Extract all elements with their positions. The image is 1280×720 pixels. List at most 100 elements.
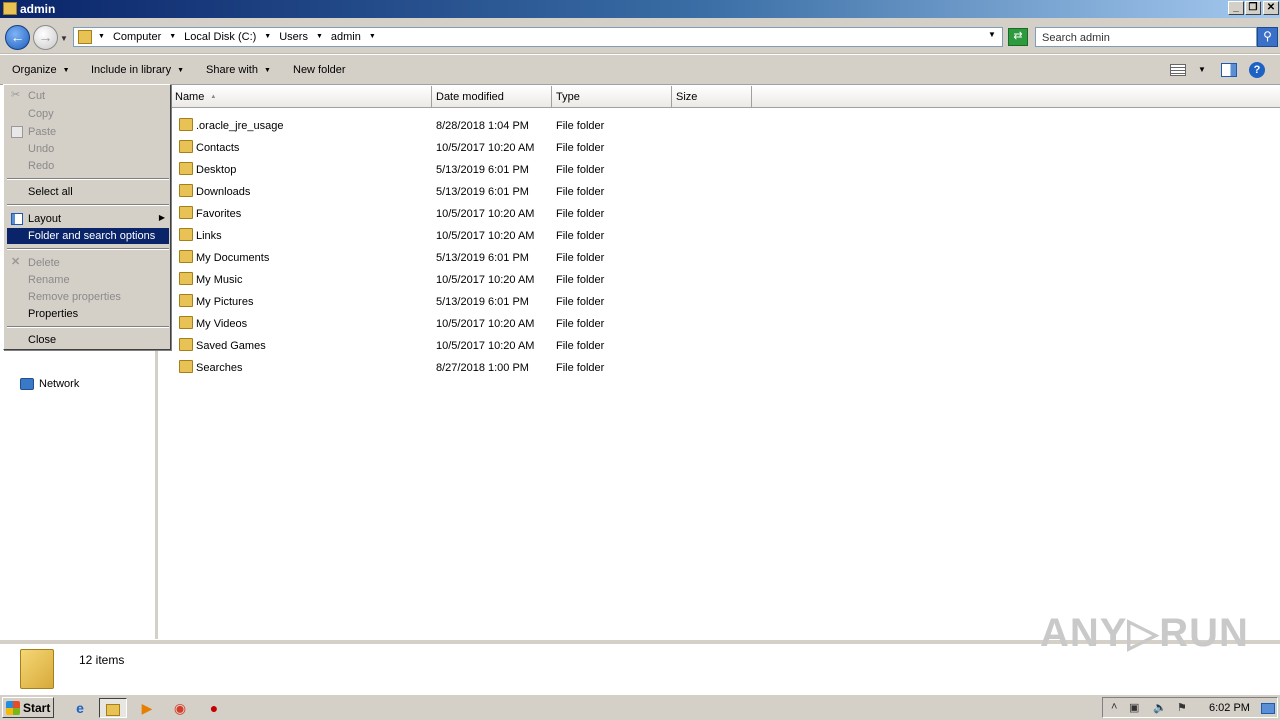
clock[interactable]: 6:02 PM [1209, 702, 1250, 714]
back-button[interactable]: ← [5, 25, 30, 50]
file-date-modified: 10/5/2017 10:20 AM [436, 274, 535, 286]
chevron-down-icon[interactable]: ▼ [316, 33, 323, 45]
organize-context-menu: ✂ Cut Copy Paste Undo Redo Select all Lay… [3, 84, 171, 350]
taskbar: Start e ▶ ◉ ● ˄ ▣ 🔈 ⚑ 6:02 PM [0, 694, 1280, 720]
chevron-down-icon[interactable]: ▼ [369, 33, 376, 45]
include-in-library-button[interactable]: Include in library ▼ [91, 64, 184, 76]
folder-icon [179, 162, 193, 175]
column-header-date-modified[interactable]: Date modified [432, 86, 552, 107]
table-row[interactable]: Searches 8/27/2018 1:00 PM File folder [171, 357, 1271, 379]
column-header-name[interactable]: Name ▲ [171, 86, 432, 107]
breadcrumb-local-disk[interactable]: Local Disk (C:) [184, 31, 256, 43]
nav-item-network[interactable]: Network [20, 378, 79, 391]
restore-button[interactable]: ❐ [1245, 1, 1261, 15]
organize-button[interactable]: Organize ▼ [12, 64, 70, 76]
flag-icon[interactable]: ⚑ [1177, 701, 1187, 714]
folder-icon [78, 30, 92, 44]
file-date-modified: 5/13/2019 6:01 PM [436, 164, 529, 176]
start-button[interactable]: Start [2, 697, 54, 718]
folder-icon [179, 228, 193, 241]
volume-icon[interactable]: 🔈 [1153, 701, 1167, 714]
chevron-down-icon[interactable]: ▼ [169, 33, 176, 45]
file-type: File folder [556, 142, 605, 154]
column-header-size[interactable]: Size [672, 86, 752, 107]
file-type: File folder [556, 164, 605, 176]
menu-item-label: Properties [28, 308, 79, 320]
menu-item-copy[interactable]: Copy [7, 106, 169, 122]
breadcrumb-admin[interactable]: admin [331, 31, 361, 43]
address-bar[interactable]: ▼ Computer ▼ Local Disk (C:) ▼ Users ▼ a… [73, 27, 1003, 47]
folder-icon [179, 184, 193, 197]
table-row[interactable]: Downloads 5/13/2019 6:01 PM File folder [171, 181, 1271, 203]
menu-item-paste[interactable]: Paste [7, 124, 169, 140]
show-desktop-icon[interactable] [1261, 703, 1275, 714]
file-type: File folder [556, 252, 605, 264]
close-window-button[interactable]: ✕ [1263, 1, 1279, 15]
file-name: Downloads [196, 186, 251, 198]
file-name: My Videos [196, 318, 248, 330]
refresh-icon[interactable]: ⇄ [1008, 28, 1028, 46]
network-icon[interactable]: ▣ [1129, 701, 1139, 714]
menu-item-layout[interactable]: Layout ▶ [7, 211, 169, 227]
alert-app-icon[interactable]: ● [204, 698, 224, 718]
table-row[interactable]: .oracle_jre_usage 8/28/2018 1:04 PM File f… [171, 115, 1271, 137]
table-row[interactable]: Links 10/5/2017 10:20 AM File folder [171, 225, 1271, 247]
table-row[interactable]: Favorites 10/5/2017 10:20 AM File folder [171, 203, 1271, 225]
menu-item-properties[interactable]: Properties [7, 306, 169, 322]
internet-explorer-icon[interactable]: e [70, 698, 90, 718]
search-input[interactable]: Search admin [1035, 27, 1257, 47]
share-with-button[interactable]: Share with ▼ [206, 64, 271, 76]
help-icon[interactable]: ? [1249, 62, 1265, 78]
change-view-icon[interactable] [1170, 64, 1186, 76]
breadcrumb-users[interactable]: Users [279, 31, 308, 43]
column-header-type[interactable]: Type [552, 86, 672, 107]
share-with-label: Share with [206, 64, 258, 76]
table-row[interactable]: My Pictures 5/13/2019 6:01 PM File folder [171, 291, 1271, 313]
file-type: File folder [556, 318, 605, 330]
table-row[interactable]: Saved Games 10/5/2017 10:20 AM File folder [171, 335, 1271, 357]
media-player-icon[interactable]: ▶ [137, 698, 157, 718]
folder-icon [179, 316, 193, 329]
table-row[interactable]: Desktop 5/13/2019 6:01 PM File folder [171, 159, 1271, 181]
explorer-taskbar-button[interactable] [99, 698, 127, 718]
file-type: File folder [556, 296, 605, 308]
menu-item-folder-search-options[interactable]: Folder and search options [7, 228, 169, 244]
show-hidden-icons-icon[interactable]: ˄ [1111, 701, 1117, 713]
minimize-button[interactable]: _ [1228, 1, 1244, 15]
folder-icon [106, 704, 120, 717]
chrome-icon[interactable]: ◉ [170, 698, 190, 718]
file-name: Links [196, 230, 222, 242]
file-name: Searches [196, 362, 243, 374]
breadcrumb-computer[interactable]: Computer [113, 31, 161, 43]
table-row[interactable]: My Music 10/5/2017 10:20 AM File folder [171, 269, 1271, 291]
menu-item-rename[interactable]: Rename [7, 272, 169, 288]
chevron-down-icon[interactable]: ▼ [1198, 65, 1206, 74]
chevron-down-icon[interactable]: ▼ [98, 33, 105, 45]
column-headers: Name ▲ Date modified Type Size [171, 86, 1280, 108]
column-label: Name [175, 91, 205, 103]
forward-button[interactable]: → [33, 25, 58, 50]
table-row[interactable]: My Videos 10/5/2017 10:20 AM File folder [171, 313, 1271, 335]
file-name: Favorites [196, 208, 242, 220]
file-type: File folder [556, 340, 605, 352]
menu-item-remove-properties[interactable]: Remove properties [7, 289, 169, 305]
chevron-down-icon: ▼ [62, 67, 70, 74]
folder-icon [3, 2, 17, 15]
recent-pages-dropdown-icon[interactable]: ▼ [60, 34, 68, 43]
menu-item-close[interactable]: Close [7, 332, 169, 348]
menu-item-redo[interactable]: Redo [7, 158, 169, 174]
new-folder-button[interactable]: New folder [293, 64, 346, 76]
start-label: Start [23, 701, 51, 715]
address-history-dropdown-icon[interactable]: ▼ [988, 30, 996, 39]
chevron-down-icon[interactable]: ▼ [264, 33, 271, 45]
menu-separator [7, 326, 169, 328]
file-list: .oracle_jre_usage 8/28/2018 1:04 PM File f… [171, 115, 1271, 379]
menu-item-select-all[interactable]: Select all [7, 184, 169, 200]
search-icon[interactable]: ⚲ [1257, 27, 1278, 47]
menu-item-undo[interactable]: Undo [7, 141, 169, 157]
table-row[interactable]: My Documents 5/13/2019 6:01 PM File folder [171, 247, 1271, 269]
menu-item-delete[interactable]: ✕ Delete [7, 255, 169, 271]
preview-pane-icon[interactable] [1221, 63, 1237, 77]
menu-item-cut[interactable]: ✂ Cut [7, 88, 169, 104]
table-row[interactable]: Contacts 10/5/2017 10:20 AM File folder [171, 137, 1271, 159]
